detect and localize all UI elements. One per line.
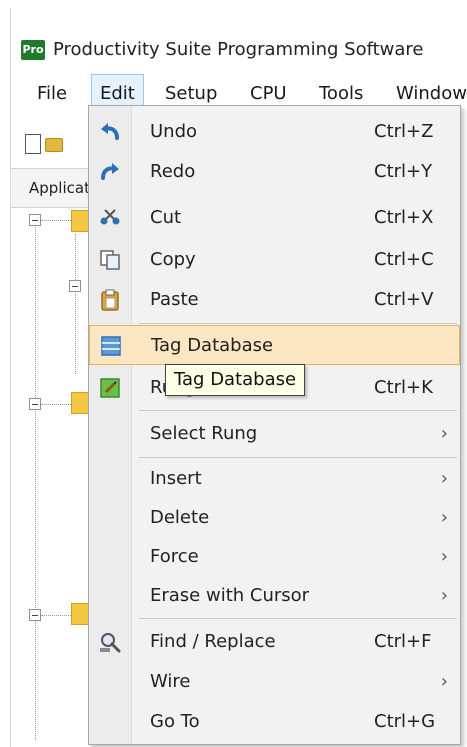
- menu-item-find-replace[interactable]: Find / Replace Ctrl+F: [89, 622, 460, 662]
- cut-icon: [100, 209, 120, 225]
- folder-icon: [71, 210, 89, 232]
- menu-item-label: Insert: [150, 468, 202, 489]
- menu-item-label: Undo: [150, 121, 198, 142]
- find-replace-icon: [100, 633, 121, 653]
- menu-item-shortcut: Ctrl+C: [374, 249, 434, 270]
- rung-comment-icon: [100, 378, 120, 398]
- menu-item-label: Copy: [150, 249, 196, 270]
- menu-item-undo[interactable]: Undo Ctrl+Z: [89, 112, 460, 152]
- menu-item-go-to[interactable]: Go To Ctrl+G: [89, 702, 460, 742]
- menu-item-copy[interactable]: Copy Ctrl+C: [89, 240, 460, 280]
- menu-item-cut[interactable]: Cut Ctrl+X: [89, 198, 460, 238]
- menu-item-paste[interactable]: Paste Ctrl+V: [89, 280, 460, 320]
- menu-separator: [139, 618, 457, 619]
- submenu-arrow-icon: ›: [440, 585, 448, 606]
- menu-item-label: Go To: [150, 711, 200, 732]
- menu-item-label: Paste: [150, 289, 199, 310]
- menu-item-force[interactable]: Force ›: [89, 537, 460, 577]
- folder-icon: [71, 603, 89, 625]
- tree-expander-icon[interactable]: [29, 398, 41, 410]
- submenu-arrow-icon: ›: [440, 468, 448, 489]
- tree-expander-icon[interactable]: [69, 280, 81, 292]
- menu-item-label: Force: [150, 546, 199, 567]
- title-bar: Pro Productivity Suite Programming Softw…: [11, 8, 467, 72]
- folder-icon: [71, 392, 89, 414]
- menu-item-delete[interactable]: Delete ›: [89, 498, 460, 538]
- open-folder-icon[interactable]: [45, 138, 63, 152]
- tree-connector: [41, 615, 71, 616]
- menu-item-label: Select Rung: [150, 423, 258, 444]
- menu-separator: [139, 457, 457, 458]
- menu-item-label: Delete: [150, 507, 210, 528]
- tree-expander-icon[interactable]: [29, 609, 41, 621]
- menu-item-wire[interactable]: Wire ›: [89, 662, 460, 702]
- menu-item-label: Wire: [150, 671, 191, 692]
- tag-database-tooltip: Tag Database: [165, 364, 306, 396]
- tag-database-icon: [101, 336, 121, 356]
- submenu-arrow-icon: ›: [440, 671, 448, 692]
- menu-item-erase-with-cursor[interactable]: Erase with Cursor ›: [89, 576, 460, 616]
- menu-item-redo[interactable]: Redo Ctrl+Y: [89, 152, 460, 192]
- tree-connector: [41, 404, 71, 405]
- menu-item-shortcut: Ctrl+Y: [374, 161, 433, 182]
- submenu-arrow-icon: ›: [440, 507, 448, 528]
- paste-icon: [101, 289, 119, 311]
- undo-icon: [101, 123, 119, 140]
- menu-item-shortcut: Ctrl+K: [374, 377, 433, 398]
- menu-item-shortcut: Ctrl+F: [374, 631, 432, 652]
- tree-connector: [41, 220, 71, 221]
- menu-item-shortcut: Ctrl+G: [374, 711, 436, 732]
- menu-item-shortcut: Ctrl+X: [374, 207, 434, 228]
- menu-item-label: Cut: [150, 207, 182, 228]
- copy-icon: [100, 250, 120, 270]
- menu-separator: [139, 410, 457, 411]
- redo-icon: [101, 163, 119, 180]
- new-file-icon[interactable]: [25, 134, 41, 154]
- menu-separator: [139, 323, 457, 324]
- menu-item-label: Tag Database: [151, 335, 274, 356]
- menu-item-shortcut: Ctrl+Z: [374, 121, 434, 142]
- edit-menu-dropdown: Undo Ctrl+Z Redo Ctrl+Y Cut Ctrl+X Copy …: [88, 105, 461, 745]
- submenu-arrow-icon: ›: [440, 423, 448, 444]
- menu-file[interactable]: File: [29, 74, 75, 114]
- menu-item-select-rung[interactable]: Select Rung ›: [89, 414, 460, 454]
- tree-connector: [75, 234, 76, 374]
- menu-item-label: Find / Replace: [150, 631, 276, 652]
- tree-connector: [35, 220, 36, 740]
- app-title: Productivity Suite Programming Software: [53, 39, 424, 60]
- menu-item-insert[interactable]: Insert ›: [89, 459, 460, 499]
- tree-expander-icon[interactable]: [29, 214, 41, 226]
- menu-item-label: Redo: [150, 161, 196, 182]
- app-logo-icon: Pro: [21, 40, 45, 60]
- menu-item-tag-database[interactable]: Tag Database: [89, 325, 460, 365]
- submenu-arrow-icon: ›: [440, 546, 448, 567]
- menu-item-label: Erase with Cursor: [150, 585, 310, 606]
- menu-item-shortcut: Ctrl+V: [374, 289, 434, 310]
